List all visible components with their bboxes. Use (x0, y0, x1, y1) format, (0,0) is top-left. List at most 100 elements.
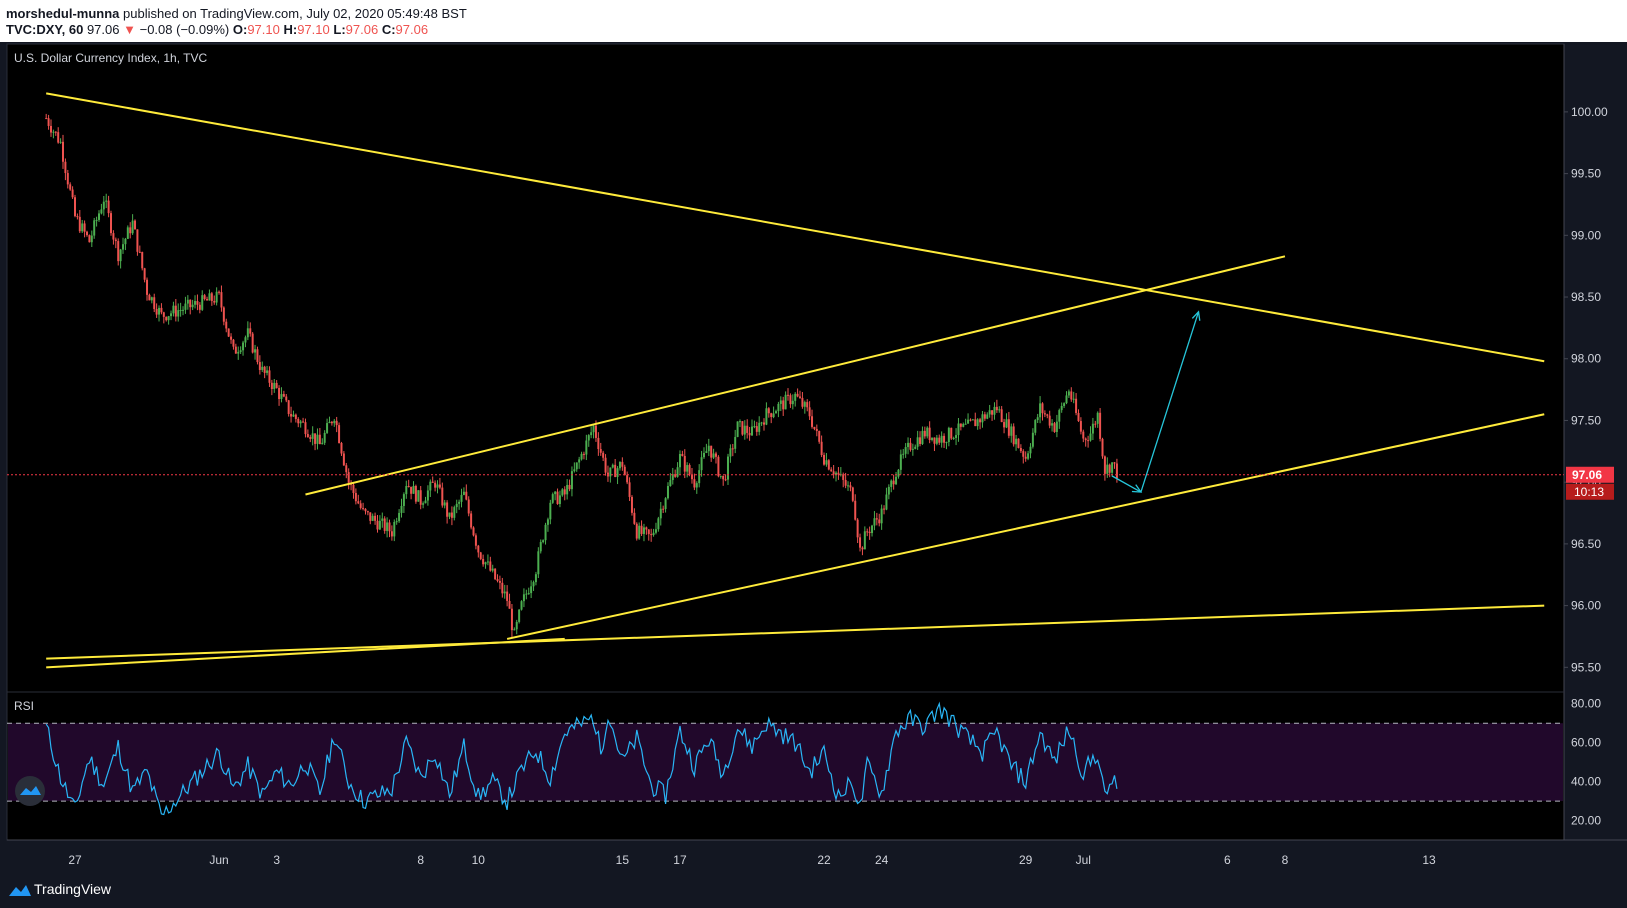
time-axis-tick-label: 15 (616, 853, 630, 867)
candle-body (460, 494, 463, 502)
candle-body (134, 220, 137, 230)
candle-body (455, 503, 458, 508)
candle-body (599, 449, 602, 453)
candle-body (302, 421, 305, 423)
candle-body (729, 448, 732, 457)
candle-body (787, 394, 790, 396)
candle-body (256, 349, 259, 363)
candle-body (254, 349, 257, 353)
countdown-label: 10:13 (1574, 485, 1604, 499)
candle-body (926, 427, 929, 437)
author-name[interactable]: morshedul-munna (6, 6, 119, 21)
candle-body (657, 518, 660, 530)
candle-body (330, 421, 333, 424)
candle-body (1027, 453, 1030, 459)
candle-body (880, 508, 883, 524)
candle-body (333, 420, 336, 424)
candle-body (952, 437, 955, 439)
candle-body (206, 299, 209, 301)
candle-body (546, 519, 549, 525)
candle-body (563, 489, 566, 495)
time-axis-tick-label: 24 (875, 853, 889, 867)
candle-body (544, 524, 547, 541)
candle-body (328, 421, 331, 424)
candle-body (222, 307, 225, 322)
candle-body (686, 465, 689, 472)
candle-body (282, 394, 285, 397)
candle-body (899, 454, 902, 470)
price-change: −0.08 (−0.09%) (139, 22, 230, 37)
candle-body (316, 434, 319, 444)
candle-body (414, 485, 417, 502)
candle-body (100, 209, 103, 214)
candle-body (95, 219, 98, 221)
candle-body (366, 511, 369, 513)
candle-body (225, 321, 228, 329)
candle-body (871, 525, 874, 534)
candle-body (823, 455, 826, 465)
candle-body (700, 457, 703, 471)
candle-body (1099, 412, 1102, 439)
candle-body (467, 499, 470, 514)
candle-body (688, 465, 691, 475)
chart-area[interactable]: U.S. Dollar Currency Index, 1h, TVC RSI … (0, 42, 1627, 872)
candle-body (532, 582, 535, 587)
candle-body (652, 532, 655, 536)
candle-body (47, 118, 50, 126)
candle-body (446, 502, 449, 517)
candle-body (287, 400, 290, 414)
candle-body (1106, 464, 1109, 474)
candle-body (486, 561, 489, 563)
footer: TradingView (0, 872, 1627, 908)
candle-body (702, 452, 705, 458)
price-axis-tick-label: 98.00 (1571, 352, 1601, 366)
candle-body (196, 301, 199, 305)
candle-body (770, 413, 773, 418)
candle-body (1003, 422, 1006, 428)
candle-body (1012, 426, 1015, 445)
candle-body (1048, 415, 1051, 426)
candle-body (767, 408, 770, 414)
candle-body (940, 435, 943, 443)
candle-body (102, 201, 105, 210)
candle-body (1077, 412, 1080, 422)
footer-brand[interactable]: TradingView (34, 881, 111, 897)
candle-body (863, 531, 866, 550)
candle-body (995, 406, 998, 411)
candle-body (155, 308, 158, 315)
candle-body (489, 561, 492, 571)
candle-body (93, 220, 96, 236)
candle-body (947, 427, 950, 443)
candle-body (105, 200, 108, 202)
candle-body (1075, 398, 1078, 413)
candle-body (290, 413, 293, 417)
price-axis-tick-label: 98.50 (1571, 290, 1601, 304)
candle-body (962, 423, 965, 427)
candle-body (453, 507, 456, 518)
candle-body (194, 301, 197, 305)
candle-body (395, 521, 398, 523)
candle-body (138, 251, 141, 253)
candle-body (854, 500, 857, 520)
candle-body (1000, 409, 1003, 423)
candle-body (551, 494, 554, 503)
candle-body (561, 489, 564, 496)
candle-body (911, 448, 914, 450)
candle-body (1108, 464, 1111, 473)
candle-body (520, 601, 523, 610)
time-axis-tick-label: 29 (1019, 853, 1033, 867)
candle-body (227, 328, 230, 337)
candle-body (976, 419, 979, 427)
candle-body (150, 297, 153, 301)
candle-body (537, 551, 540, 575)
candle-body (321, 442, 324, 445)
candle-body (335, 420, 338, 426)
candle-body (477, 545, 480, 553)
candle-body (249, 328, 252, 334)
candle-body (602, 452, 605, 458)
candle-body (801, 397, 804, 407)
candle-body (354, 492, 357, 502)
open-label: O: (232, 22, 248, 37)
candle-body (59, 141, 62, 143)
candle-body (964, 423, 967, 425)
